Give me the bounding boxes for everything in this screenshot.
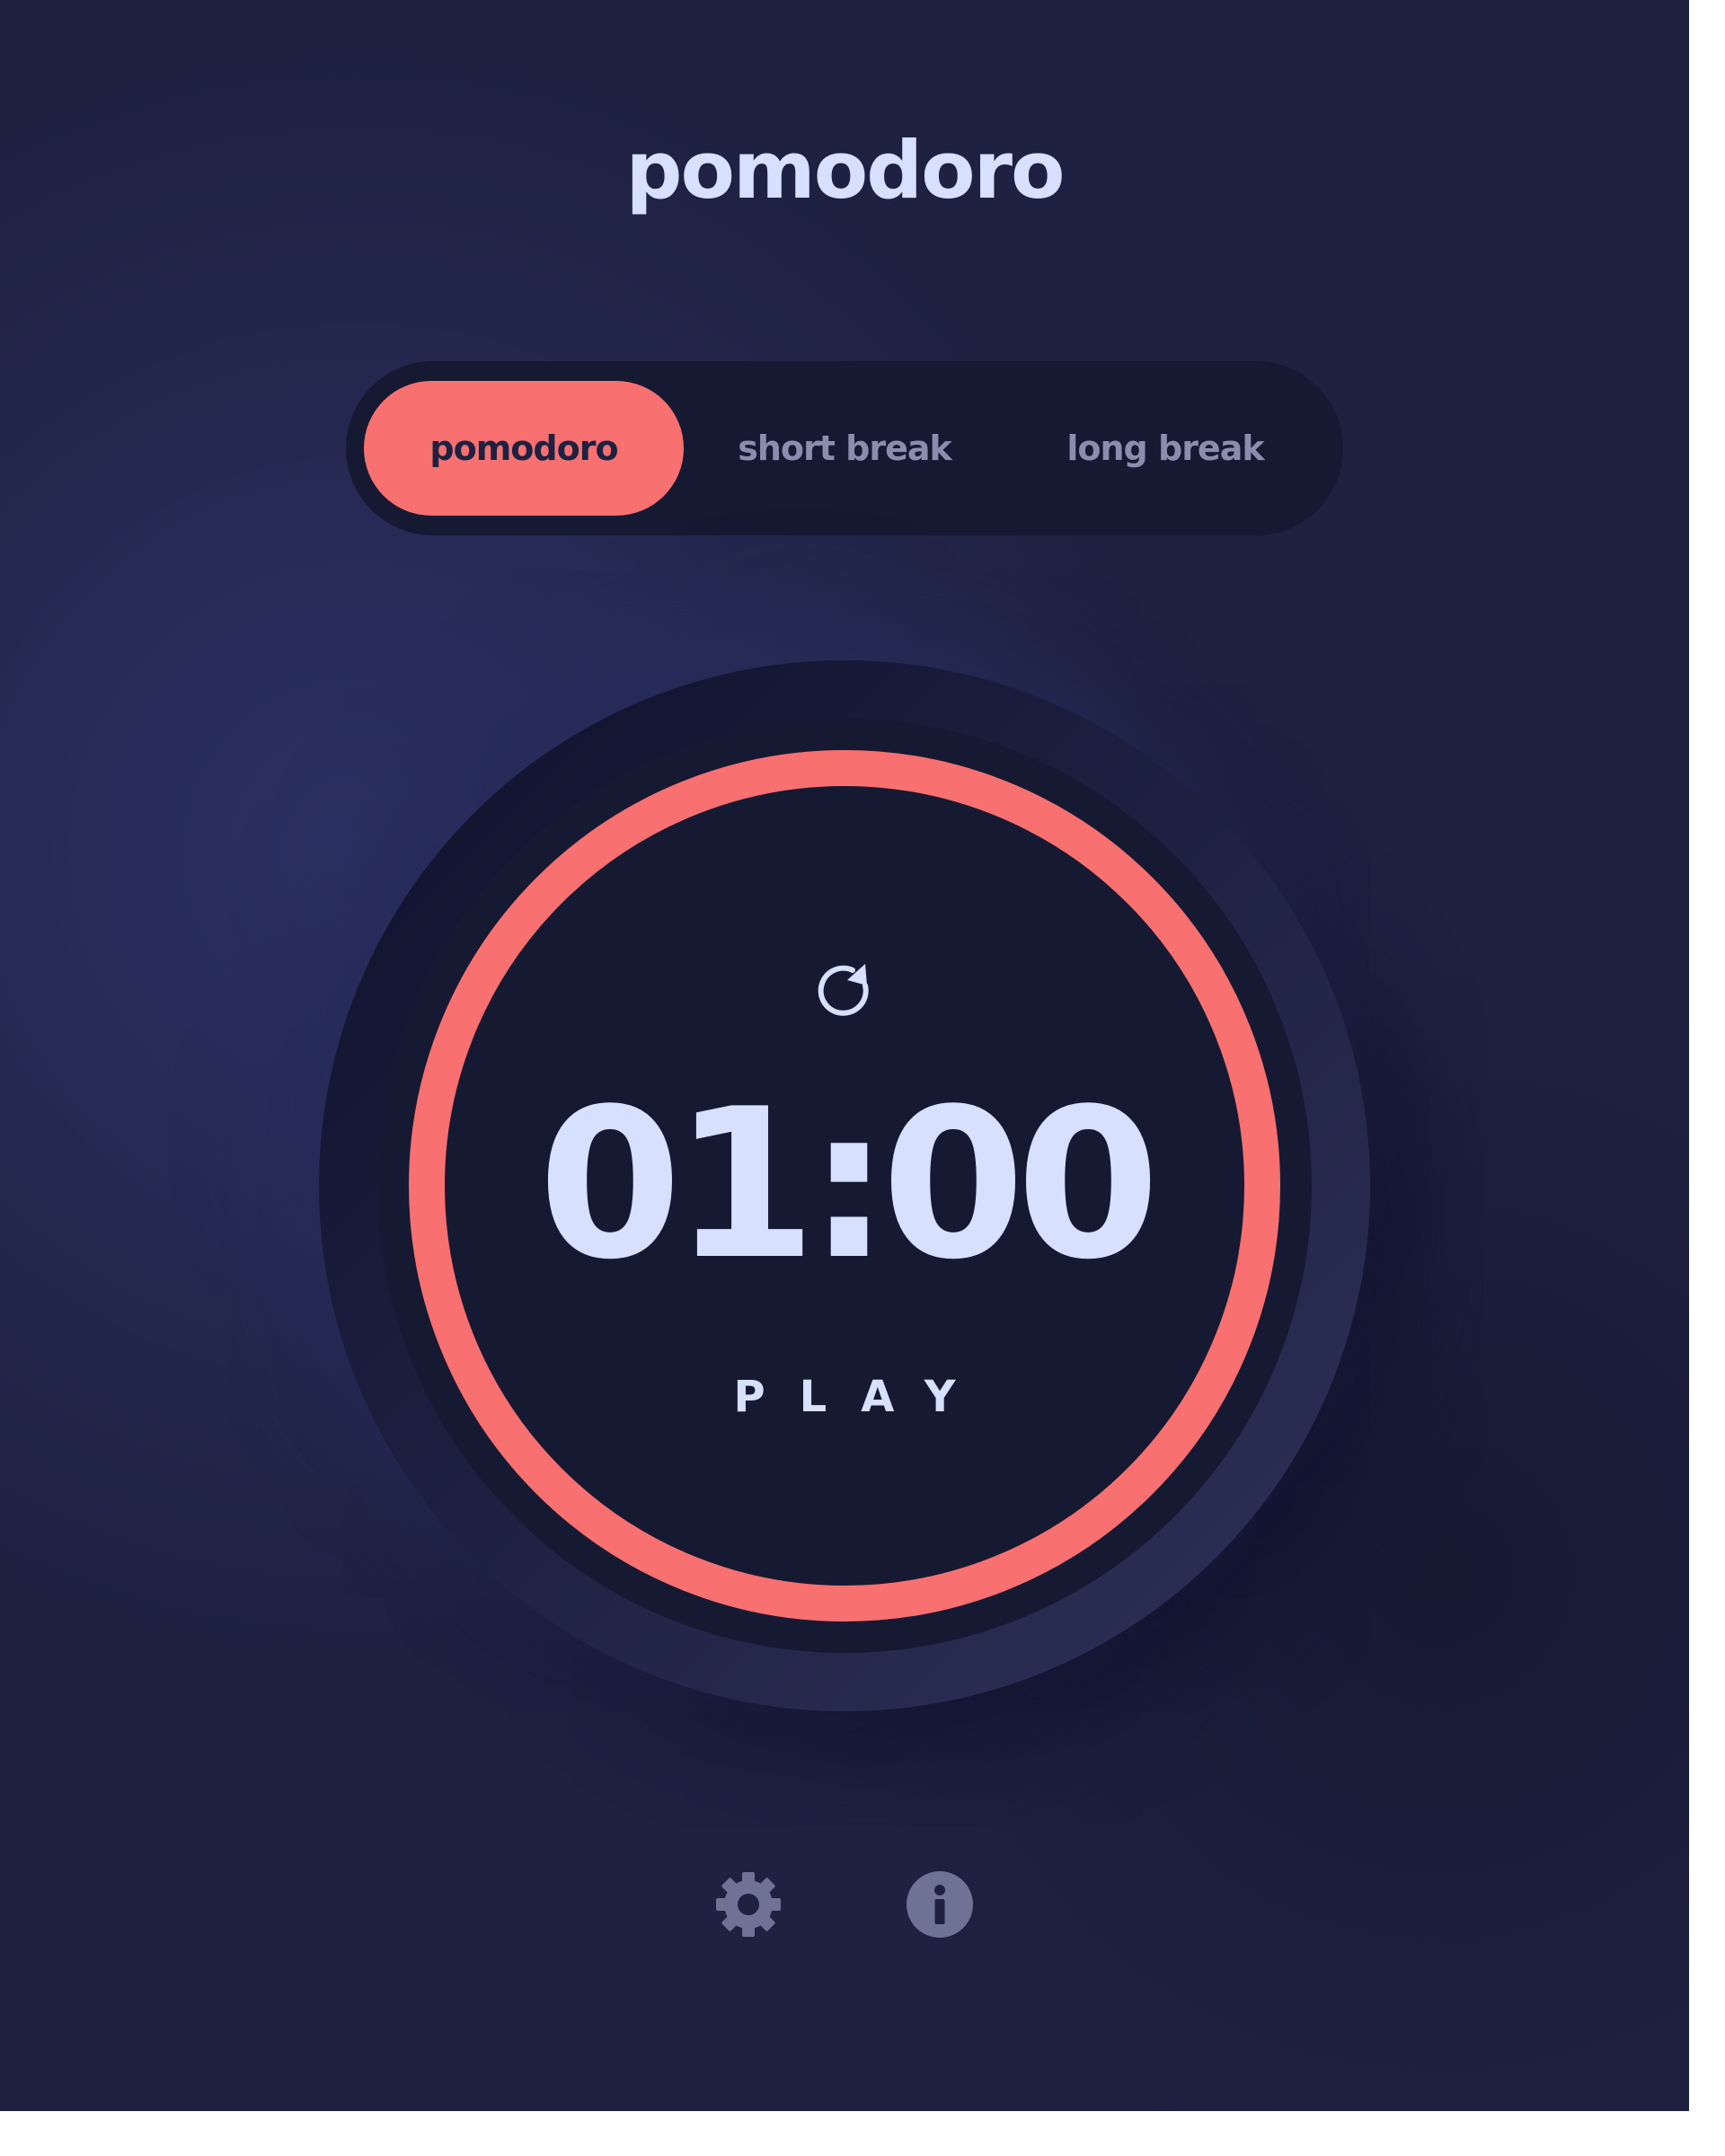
tab-short-break[interactable]: short break: [685, 381, 1004, 516]
gear-icon[interactable]: [714, 1870, 783, 1939]
reset-icon[interactable]: [813, 959, 876, 1021]
tab-long-break[interactable]: long break: [1005, 381, 1325, 516]
tab-pomodoro[interactable]: pomodoro: [364, 381, 684, 516]
timer-display: 01:00: [537, 1065, 1160, 1305]
pomodoro-app: pomodoro pomodoro short break long break…: [0, 0, 1689, 2111]
mode-selector: pomodoro short break long break: [346, 361, 1343, 535]
play-button[interactable]: PLAY: [409, 1365, 1280, 1428]
app-title: pomodoro: [625, 124, 1066, 216]
info-icon[interactable]: [907, 1871, 973, 1938]
